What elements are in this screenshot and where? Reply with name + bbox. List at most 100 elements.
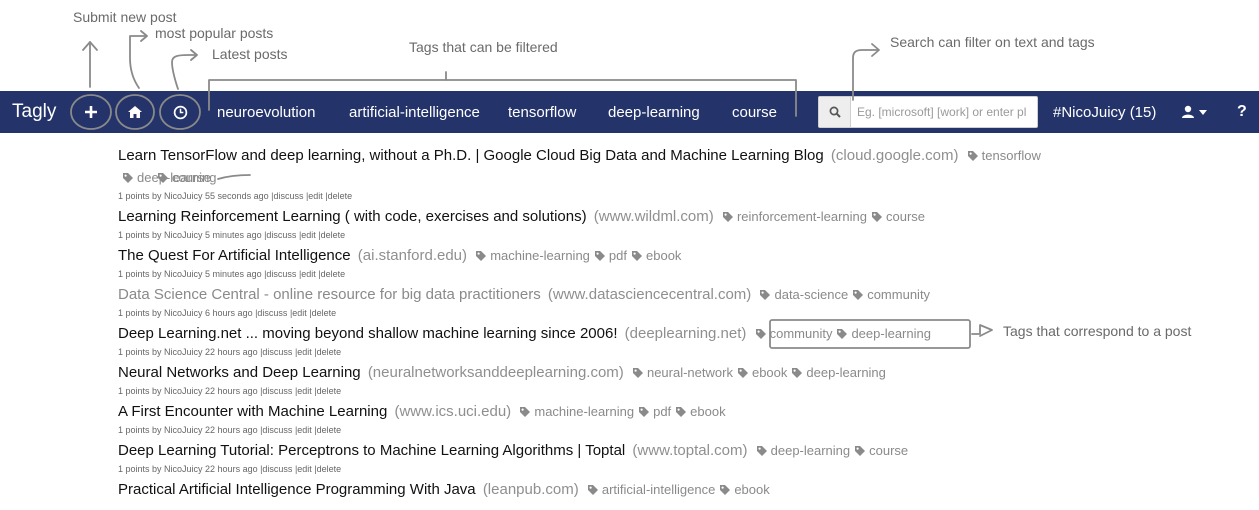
plus-icon[interactable] (76, 91, 106, 133)
nav-tag-course[interactable]: course (732, 91, 777, 133)
post-meta-text: 1 points by NicoJuicy 5 minutes ago | (118, 230, 267, 240)
edit-link[interactable]: edit (297, 386, 312, 396)
post-tag-label: course (172, 170, 212, 185)
tag-icon (520, 407, 531, 417)
nav-tag-neuroevolution[interactable]: neuroevolution (217, 91, 315, 133)
search-icon (829, 106, 841, 118)
home-icon[interactable] (120, 91, 150, 133)
discuss-link[interactable]: discuss (262, 386, 292, 396)
edit-link[interactable]: edit (297, 347, 312, 357)
post-tag[interactable]: ebook (720, 482, 770, 497)
tag-icon (720, 485, 731, 495)
post-domain[interactable]: (neuralnetworksanddeeplearning.com) (368, 364, 624, 381)
edit-link[interactable]: edit (292, 308, 307, 318)
delete-link[interactable]: delete (321, 269, 346, 279)
post-title[interactable]: Learning Reinforcement Learning ( with c… (118, 208, 587, 225)
tag-icon (594, 251, 605, 261)
delete-link[interactable]: delete (328, 191, 353, 201)
post-domain[interactable]: (ai.stanford.edu) (358, 247, 467, 264)
delete-link[interactable]: delete (317, 464, 342, 474)
post-item: Practical Artificial Intelligence Progra… (118, 479, 1128, 501)
user-karma-label[interactable]: #NicoJuicy (15) (1053, 91, 1156, 133)
post-item: A First Encounter with Machine Learning … (118, 401, 1128, 436)
post-title[interactable]: A First Encounter with Machine Learning (118, 403, 387, 420)
edit-link[interactable]: edit (297, 464, 312, 474)
brand-logo[interactable]: Tagly (12, 91, 56, 133)
tag-icon (476, 251, 487, 261)
delete-link[interactable]: delete (321, 230, 346, 240)
delete-link[interactable]: delete (312, 308, 337, 318)
discuss-link[interactable]: discuss (262, 347, 292, 357)
post-title[interactable]: Deep Learning.net ... moving beyond shal… (118, 325, 617, 342)
edit-link[interactable]: edit (301, 269, 316, 279)
post-item-continued: course (106, 167, 1116, 189)
delete-link[interactable]: delete (317, 347, 342, 357)
post-domain[interactable]: (leanpub.com) (483, 481, 579, 498)
discuss-link[interactable]: discuss (257, 308, 287, 318)
discuss-link[interactable]: discuss (266, 230, 296, 240)
post-domain[interactable]: (deeplearning.net) (625, 325, 747, 342)
nav-tag-artificial-intelligence[interactable]: artificial-intelligence (349, 91, 480, 133)
post-tag-label: deep-learning (770, 443, 851, 458)
post-item: The Quest For Artificial Intelligence (a… (118, 245, 1128, 280)
post-tag[interactable]: deep-learning (756, 443, 851, 458)
post-tag[interactable]: neural-network (632, 365, 733, 380)
discuss-link[interactable]: discuss (262, 425, 292, 435)
post-domain[interactable]: (www.wildml.com) (594, 208, 714, 225)
post-tag-label: ebook (690, 404, 726, 419)
post-tag[interactable]: artificial-intelligence (587, 482, 715, 497)
post-tag[interactable]: course (158, 170, 211, 185)
user-menu-dropdown[interactable] (1182, 91, 1207, 133)
post-tag[interactable]: course (855, 443, 908, 458)
post-tag-label: course (886, 209, 926, 224)
post-tag[interactable]: course (872, 209, 925, 224)
post-domain[interactable]: (www.datasciencecentral.com) (548, 286, 751, 303)
post-tag[interactable]: deep-learning (837, 326, 931, 341)
post-title[interactable]: Neural Networks and Deep Learning (118, 364, 361, 381)
annotation-popular: most popular posts (155, 25, 274, 41)
tag-icon (837, 329, 848, 339)
clock-icon[interactable] (165, 91, 195, 133)
discuss-link[interactable]: discuss (273, 191, 303, 201)
annotation-submit: Submit new post (73, 9, 177, 25)
post-tag[interactable]: reinforcement-learning (722, 209, 868, 224)
annotation-tags: Tags that can be filtered (409, 39, 558, 55)
post-tag[interactable]: ebook (737, 365, 787, 380)
post-tag[interactable]: community (853, 287, 930, 302)
tag-icon (737, 368, 748, 378)
post-tag[interactable]: pdf (594, 248, 627, 263)
post-meta: 1 points by NicoJuicy 5 minutes ago |dis… (118, 269, 346, 279)
post-tag-label: reinforcement-learning (736, 209, 868, 224)
post-tag[interactable]: ebook (632, 248, 681, 263)
post-tag[interactable]: deep-learning (792, 365, 886, 380)
post-tag[interactable]: machine-learning (520, 404, 634, 419)
post-title[interactable]: The Quest For Artificial Intelligence (118, 247, 351, 264)
tag-icon (587, 485, 598, 495)
search-input[interactable] (851, 97, 1037, 127)
post-title[interactable]: Data Science Central - online resource f… (118, 286, 541, 303)
nav-tag-deep-learning[interactable]: deep-learning (608, 91, 700, 133)
discuss-link[interactable]: discuss (266, 269, 296, 279)
post-domain[interactable]: (www.ics.uci.edu) (394, 403, 511, 420)
post-tag[interactable]: pdf (639, 404, 671, 419)
post-domain[interactable]: (cloud.google.com) (831, 147, 959, 164)
search-button[interactable] (819, 97, 851, 127)
help-button[interactable]: ? (1237, 91, 1247, 133)
post-tag[interactable]: community (755, 326, 832, 341)
edit-link[interactable]: edit (308, 191, 323, 201)
discuss-link[interactable]: discuss (262, 464, 292, 474)
nav-tag-tensorflow[interactable]: tensorflow (508, 91, 576, 133)
post-title[interactable]: Learn TensorFlow and deep learning, with… (118, 147, 824, 164)
post-domain[interactable]: (www.toptal.com) (632, 442, 747, 459)
edit-link[interactable]: edit (301, 230, 316, 240)
post-tag[interactable]: data-science (760, 287, 848, 302)
post-tag[interactable]: machine-learning (476, 248, 590, 263)
delete-link[interactable]: delete (317, 425, 342, 435)
post-title[interactable]: Deep Learning Tutorial: Perceptrons to M… (118, 442, 625, 459)
edit-link[interactable]: edit (297, 425, 312, 435)
post-tag[interactable]: ebook (676, 404, 726, 419)
tag-icon (632, 368, 643, 378)
delete-link[interactable]: delete (317, 386, 342, 396)
post-tag[interactable]: tensorflow (967, 148, 1041, 163)
post-title[interactable]: Practical Artificial Intelligence Progra… (118, 481, 476, 498)
